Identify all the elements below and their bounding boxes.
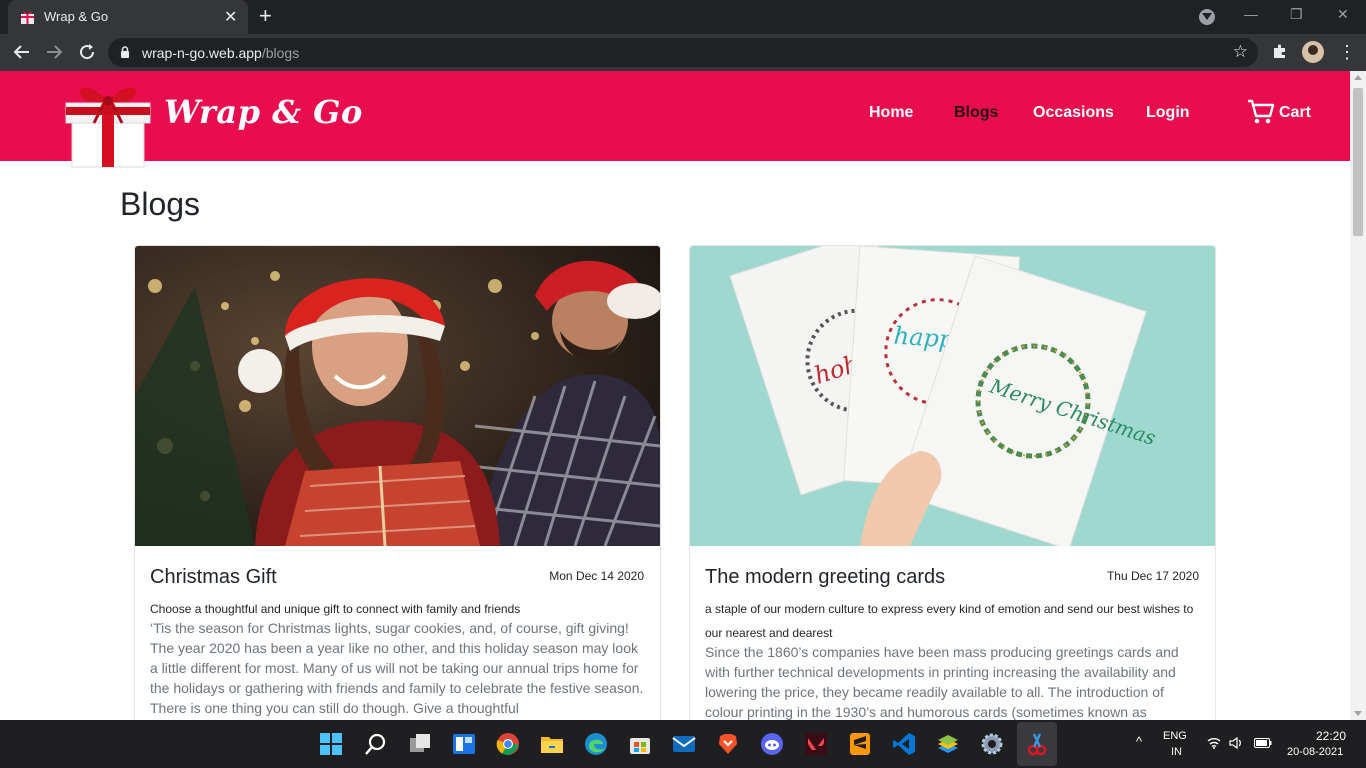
store-icon[interactable] [628, 732, 652, 756]
url-text: wrap-n-go.web.app/blogs [142, 45, 299, 61]
chrome-menu-icon[interactable]: ⋮ [1338, 42, 1356, 63]
nav-occasions-link[interactable]: Occasions [1033, 104, 1114, 122]
blog-title[interactable]: Christmas Gift [150, 566, 277, 589]
nav-login-link[interactable]: Login [1146, 104, 1190, 122]
windows-taskbar: ^ ENG IN 22:20 20-08-2021 [0, 720, 1366, 768]
blog-date: Thu Dec 17 2020 [1106, 569, 1199, 583]
blog-card-greeting-cards[interactable]: hohoho happy holid Merry Christmas The m… [689, 245, 1216, 720]
mail-icon[interactable] [672, 732, 696, 756]
scroll-down-arrow-icon[interactable] [1354, 711, 1362, 716]
tab-title: Wrap & Go [44, 9, 109, 24]
language-indicator-line2[interactable]: IN [1171, 746, 1182, 758]
address-bar[interactable]: wrap-n-go.web.app/blogs ☆ [108, 38, 1258, 67]
widgets-icon[interactable] [452, 732, 476, 756]
file-explorer-icon[interactable] [540, 732, 564, 756]
windows-start-icon[interactable] [319, 732, 343, 756]
browser-tab[interactable]: Wrap & Go ✕ [8, 0, 248, 34]
gift-box-logo[interactable] [60, 73, 156, 169]
nav-blogs-link[interactable]: Blogs [954, 104, 998, 122]
clock-time[interactable]: 22:20 [1316, 729, 1346, 743]
valorant-icon[interactable] [804, 732, 828, 756]
blog-title[interactable]: The modern greeting cards [705, 566, 945, 589]
lock-icon [121, 46, 129, 58]
page-scrollbar[interactable] [1350, 71, 1366, 720]
nav-cart-link[interactable]: Cart [1279, 104, 1311, 122]
site-header: Wrap & Go Home Blogs Occasions Login Car… [0, 71, 1350, 168]
chrome-icon[interactable] [496, 732, 520, 756]
tab-close-icon[interactable]: ✕ [224, 7, 237, 27]
url-path: /blogs [261, 45, 300, 61]
tray-overflow-chevron-icon[interactable]: ^ [1136, 734, 1142, 749]
extensions-puzzle-icon[interactable] [1272, 43, 1288, 59]
chrome-profile-indicator-icon[interactable] [1199, 9, 1215, 25]
search-icon[interactable] [364, 732, 388, 756]
gift-favicon-icon [21, 11, 34, 24]
brave-icon[interactable] [716, 732, 740, 756]
nav-home-link[interactable]: Home [869, 104, 913, 122]
blog-excerpt: Since the 1860’s companies have been mas… [705, 644, 1179, 720]
battery-icon[interactable] [1254, 738, 1272, 748]
snipping-tool-icon[interactable] [1025, 732, 1049, 756]
browser-toolbar: wrap-n-go.web.app/blogs ☆ ⋮ [0, 34, 1366, 71]
browser-tab-strip: Wrap & Go ✕ + — ❐ ✕ [0, 0, 1366, 34]
new-tab-button[interactable]: + [259, 3, 272, 29]
sublime-text-icon[interactable] [848, 732, 872, 756]
blog-image-christmas-gift [135, 246, 660, 546]
edge-icon[interactable] [584, 732, 608, 756]
blog-date: Mon Dec 14 2020 [549, 569, 644, 583]
blog-image-greeting-cards: hohoho happy holid Merry Christmas [690, 246, 1215, 546]
forward-arrow-icon[interactable] [44, 42, 64, 62]
page-viewport: Wrap & Go Home Blogs Occasions Login Car… [0, 71, 1350, 720]
window-restore-button[interactable]: ❐ [1290, 6, 1303, 23]
wifi-icon[interactable] [1207, 737, 1221, 749]
blog-subtitle: a staple of our modern culture to expres… [705, 602, 1194, 640]
vscode-icon[interactable] [892, 732, 916, 756]
settings-icon[interactable] [980, 732, 1004, 756]
window-minimize-button[interactable]: — [1244, 6, 1258, 22]
blog-excerpt: ‘Tis the season for Christmas lights, su… [150, 620, 644, 716]
back-arrow-icon[interactable] [12, 42, 32, 62]
page-title: Blogs [120, 186, 201, 222]
reload-icon[interactable] [77, 42, 97, 62]
language-indicator-line1[interactable]: ENG [1163, 730, 1187, 742]
url-host: wrap-n-go.web.app [142, 45, 262, 61]
blog-card-christmas-gift[interactable]: Christmas Gift Mon Dec 14 2020 Choose a … [134, 245, 661, 720]
cart-icon[interactable] [1247, 99, 1275, 125]
brand-name[interactable]: Wrap & Go [164, 93, 363, 131]
window-close-button[interactable]: ✕ [1337, 6, 1349, 23]
discord-icon[interactable] [760, 732, 784, 756]
bookmark-star-icon[interactable]: ☆ [1233, 42, 1248, 62]
task-view-icon[interactable] [408, 732, 432, 756]
scroll-up-arrow-icon[interactable] [1354, 75, 1362, 80]
bluestacks-icon[interactable] [936, 732, 960, 756]
scroll-thumb[interactable] [1353, 88, 1363, 236]
volume-icon[interactable] [1229, 737, 1243, 749]
clock-date[interactable]: 20-08-2021 [1287, 746, 1343, 758]
profile-avatar[interactable] [1302, 41, 1324, 63]
